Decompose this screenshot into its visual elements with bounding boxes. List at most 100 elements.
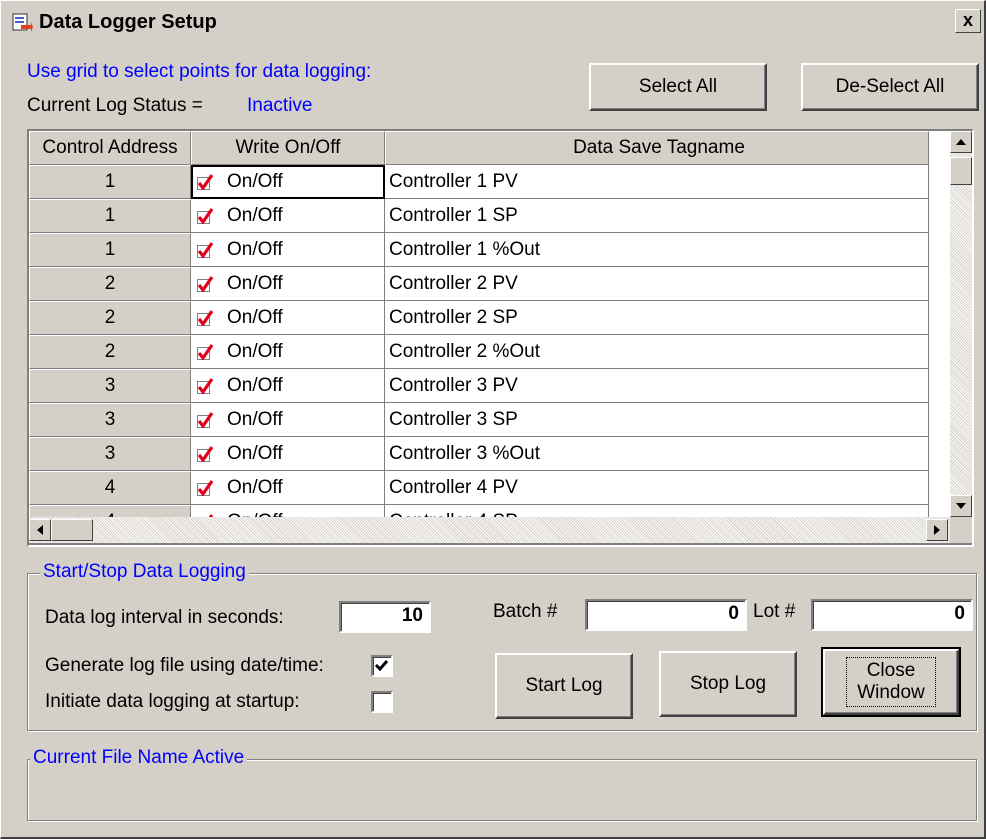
- file-group-title: Current File Name Active: [30, 747, 248, 769]
- log-status-label: Current Log Status =: [27, 95, 203, 116]
- deselect-all-button[interactable]: De-Select All: [801, 63, 979, 111]
- window-title: Data Logger Setup: [39, 10, 217, 33]
- arrow-down-icon: [956, 503, 966, 509]
- red-check-icon[interactable]: [197, 275, 213, 292]
- table-row[interactable]: 3 On/Off Controller 3 %Out: [29, 437, 929, 471]
- grid-body: Control Address Write On/Off Data Save T…: [29, 131, 950, 517]
- scroll-up-button[interactable]: [950, 131, 972, 153]
- red-check-icon[interactable]: [197, 309, 213, 326]
- write-label: On/Off: [227, 408, 283, 430]
- vertical-scrollbar[interactable]: [950, 131, 972, 517]
- startup-checkbox[interactable]: [371, 691, 393, 713]
- cell-tagname[interactable]: Controller 4 PV: [385, 471, 929, 505]
- cell-control-address: 2: [29, 267, 191, 301]
- cell-write-toggle[interactable]: On/Off: [191, 505, 385, 517]
- cell-tagname[interactable]: Controller 3 SP: [385, 403, 929, 437]
- cell-write-toggle[interactable]: On/Off: [191, 471, 385, 505]
- cell-write-toggle[interactable]: On/Off: [191, 335, 385, 369]
- cell-tagname[interactable]: Controller 2 PV: [385, 267, 929, 301]
- cell-tagname[interactable]: Controller 1 %Out: [385, 233, 929, 267]
- cell-write-toggle[interactable]: On/Off: [191, 267, 385, 301]
- cell-write-toggle[interactable]: On/Off: [191, 301, 385, 335]
- cell-control-address: 4: [29, 471, 191, 505]
- close-button[interactable]: x: [955, 9, 981, 33]
- logging-group-title: Start/Stop Data Logging: [40, 561, 249, 583]
- column-header-control-address[interactable]: Control Address: [29, 131, 191, 165]
- cell-control-address: 1: [29, 199, 191, 233]
- cell-tagname[interactable]: Controller 1 PV: [385, 165, 929, 199]
- red-check-icon[interactable]: [197, 411, 213, 428]
- red-check-icon[interactable]: [197, 173, 213, 190]
- write-label: On/Off: [227, 204, 283, 226]
- close-window-label-1: Close: [866, 660, 916, 681]
- write-label: On/Off: [227, 170, 283, 192]
- table-row[interactable]: 1 On/Off Controller 1 PV: [29, 165, 929, 199]
- cell-tagname[interactable]: Controller 4 SP: [385, 505, 929, 517]
- generate-date-checkbox[interactable]: [371, 655, 393, 677]
- lot-label: Lot #: [753, 601, 796, 622]
- cell-control-address: 4: [29, 505, 191, 517]
- scroll-down-button[interactable]: [950, 495, 972, 517]
- cell-control-address: 1: [29, 165, 191, 199]
- hscroll-thumb[interactable]: [51, 519, 93, 541]
- close-window-label-2: Window: [857, 682, 925, 703]
- cell-write-toggle[interactable]: On/Off: [191, 403, 385, 437]
- table-row[interactable]: 2 On/Off Controller 2 PV: [29, 267, 929, 301]
- table-row[interactable]: 4 On/Off Controller 4 PV: [29, 471, 929, 505]
- cell-tagname[interactable]: Controller 3 PV: [385, 369, 929, 403]
- table-row[interactable]: 3 On/Off Controller 3 SP: [29, 403, 929, 437]
- cell-write-toggle[interactable]: On/Off: [191, 199, 385, 233]
- cell-write-toggle[interactable]: On/Off: [191, 165, 385, 199]
- cell-control-address: 2: [29, 301, 191, 335]
- lot-input[interactable]: 0: [811, 599, 973, 631]
- scroll-thumb[interactable]: [950, 157, 972, 185]
- cell-control-address: 1: [29, 233, 191, 267]
- cell-tagname[interactable]: Controller 1 SP: [385, 199, 929, 233]
- cell-control-address: 3: [29, 437, 191, 471]
- red-check-icon[interactable]: [197, 479, 213, 496]
- data-logger-window: Data Logger Setup x Use grid to select p…: [0, 0, 986, 839]
- app-icon: [12, 13, 33, 32]
- interval-input[interactable]: 10: [339, 601, 431, 633]
- grid-header-row: Control Address Write On/Off Data Save T…: [29, 131, 929, 165]
- scroll-right-button[interactable]: [926, 519, 948, 541]
- cell-write-toggle[interactable]: On/Off: [191, 437, 385, 471]
- arrow-right-icon: [934, 525, 940, 535]
- table-row[interactable]: 3 On/Off Controller 3 PV: [29, 369, 929, 403]
- write-label: On/Off: [227, 340, 283, 362]
- close-window-button[interactable]: Close Window: [821, 647, 961, 717]
- table-row[interactable]: 4On/OffController 4 SP: [29, 505, 929, 517]
- table-row[interactable]: 2 On/Off Controller 2 %Out: [29, 335, 929, 369]
- column-header-tagname[interactable]: Data Save Tagname: [385, 131, 929, 165]
- horizontal-scrollbar[interactable]: [29, 517, 950, 543]
- red-check-icon[interactable]: [197, 445, 213, 462]
- select-all-button[interactable]: Select All: [589, 63, 767, 111]
- cell-write-toggle[interactable]: On/Off: [191, 369, 385, 403]
- close-icon: x: [962, 10, 973, 30]
- table-row[interactable]: 2 On/Off Controller 2 SP: [29, 301, 929, 335]
- start-log-button[interactable]: Start Log: [495, 653, 633, 719]
- points-grid: Control Address Write On/Off Data Save T…: [27, 129, 974, 547]
- cell-tagname[interactable]: Controller 3 %Out: [385, 437, 929, 471]
- cell-write-toggle[interactable]: On/Off: [191, 233, 385, 267]
- red-check-icon[interactable]: [197, 343, 213, 360]
- scroll-left-button[interactable]: [29, 519, 51, 541]
- table-row[interactable]: 1 On/Off Controller 1 %Out: [29, 233, 929, 267]
- cell-control-address: 2: [29, 335, 191, 369]
- scroll-corner: [950, 517, 972, 543]
- cell-tagname[interactable]: Controller 2 %Out: [385, 335, 929, 369]
- cell-control-address: 3: [29, 403, 191, 437]
- interval-label: Data log interval in seconds:: [45, 607, 284, 628]
- red-check-icon[interactable]: [197, 241, 213, 258]
- red-check-icon[interactable]: [197, 377, 213, 394]
- cell-tagname[interactable]: Controller 2 SP: [385, 301, 929, 335]
- write-label: On/Off: [227, 238, 283, 260]
- stop-log-button[interactable]: Stop Log: [659, 651, 797, 717]
- batch-label: Batch #: [493, 601, 558, 622]
- close-window-focus: Close Window: [846, 657, 936, 707]
- write-label: On/Off: [227, 442, 283, 464]
- batch-input[interactable]: 0: [585, 599, 747, 631]
- table-row[interactable]: 1 On/Off Controller 1 SP: [29, 199, 929, 233]
- column-header-write[interactable]: Write On/Off: [191, 131, 385, 165]
- red-check-icon[interactable]: [197, 207, 213, 224]
